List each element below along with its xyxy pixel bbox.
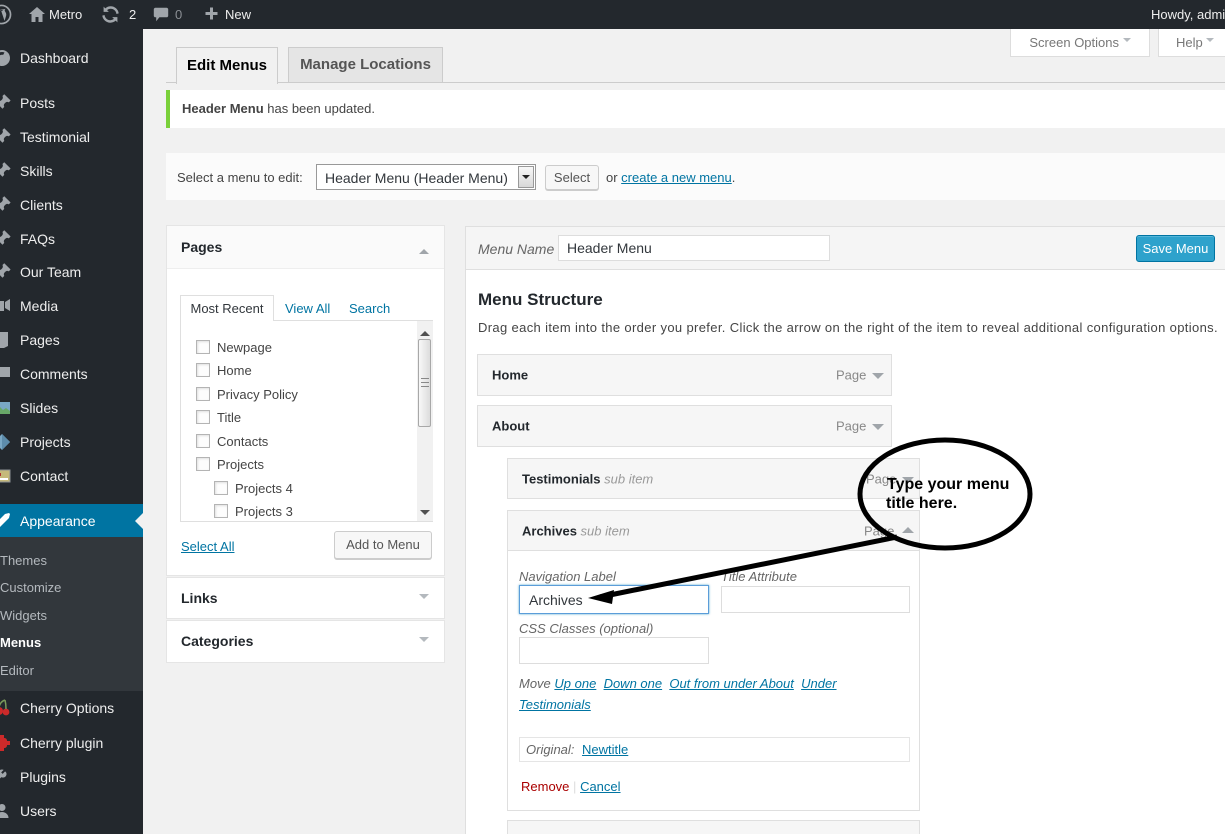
svg-text:title here.: title here. <box>886 495 957 512</box>
svg-text:Type your menu: Type your menu <box>887 476 1009 493</box>
